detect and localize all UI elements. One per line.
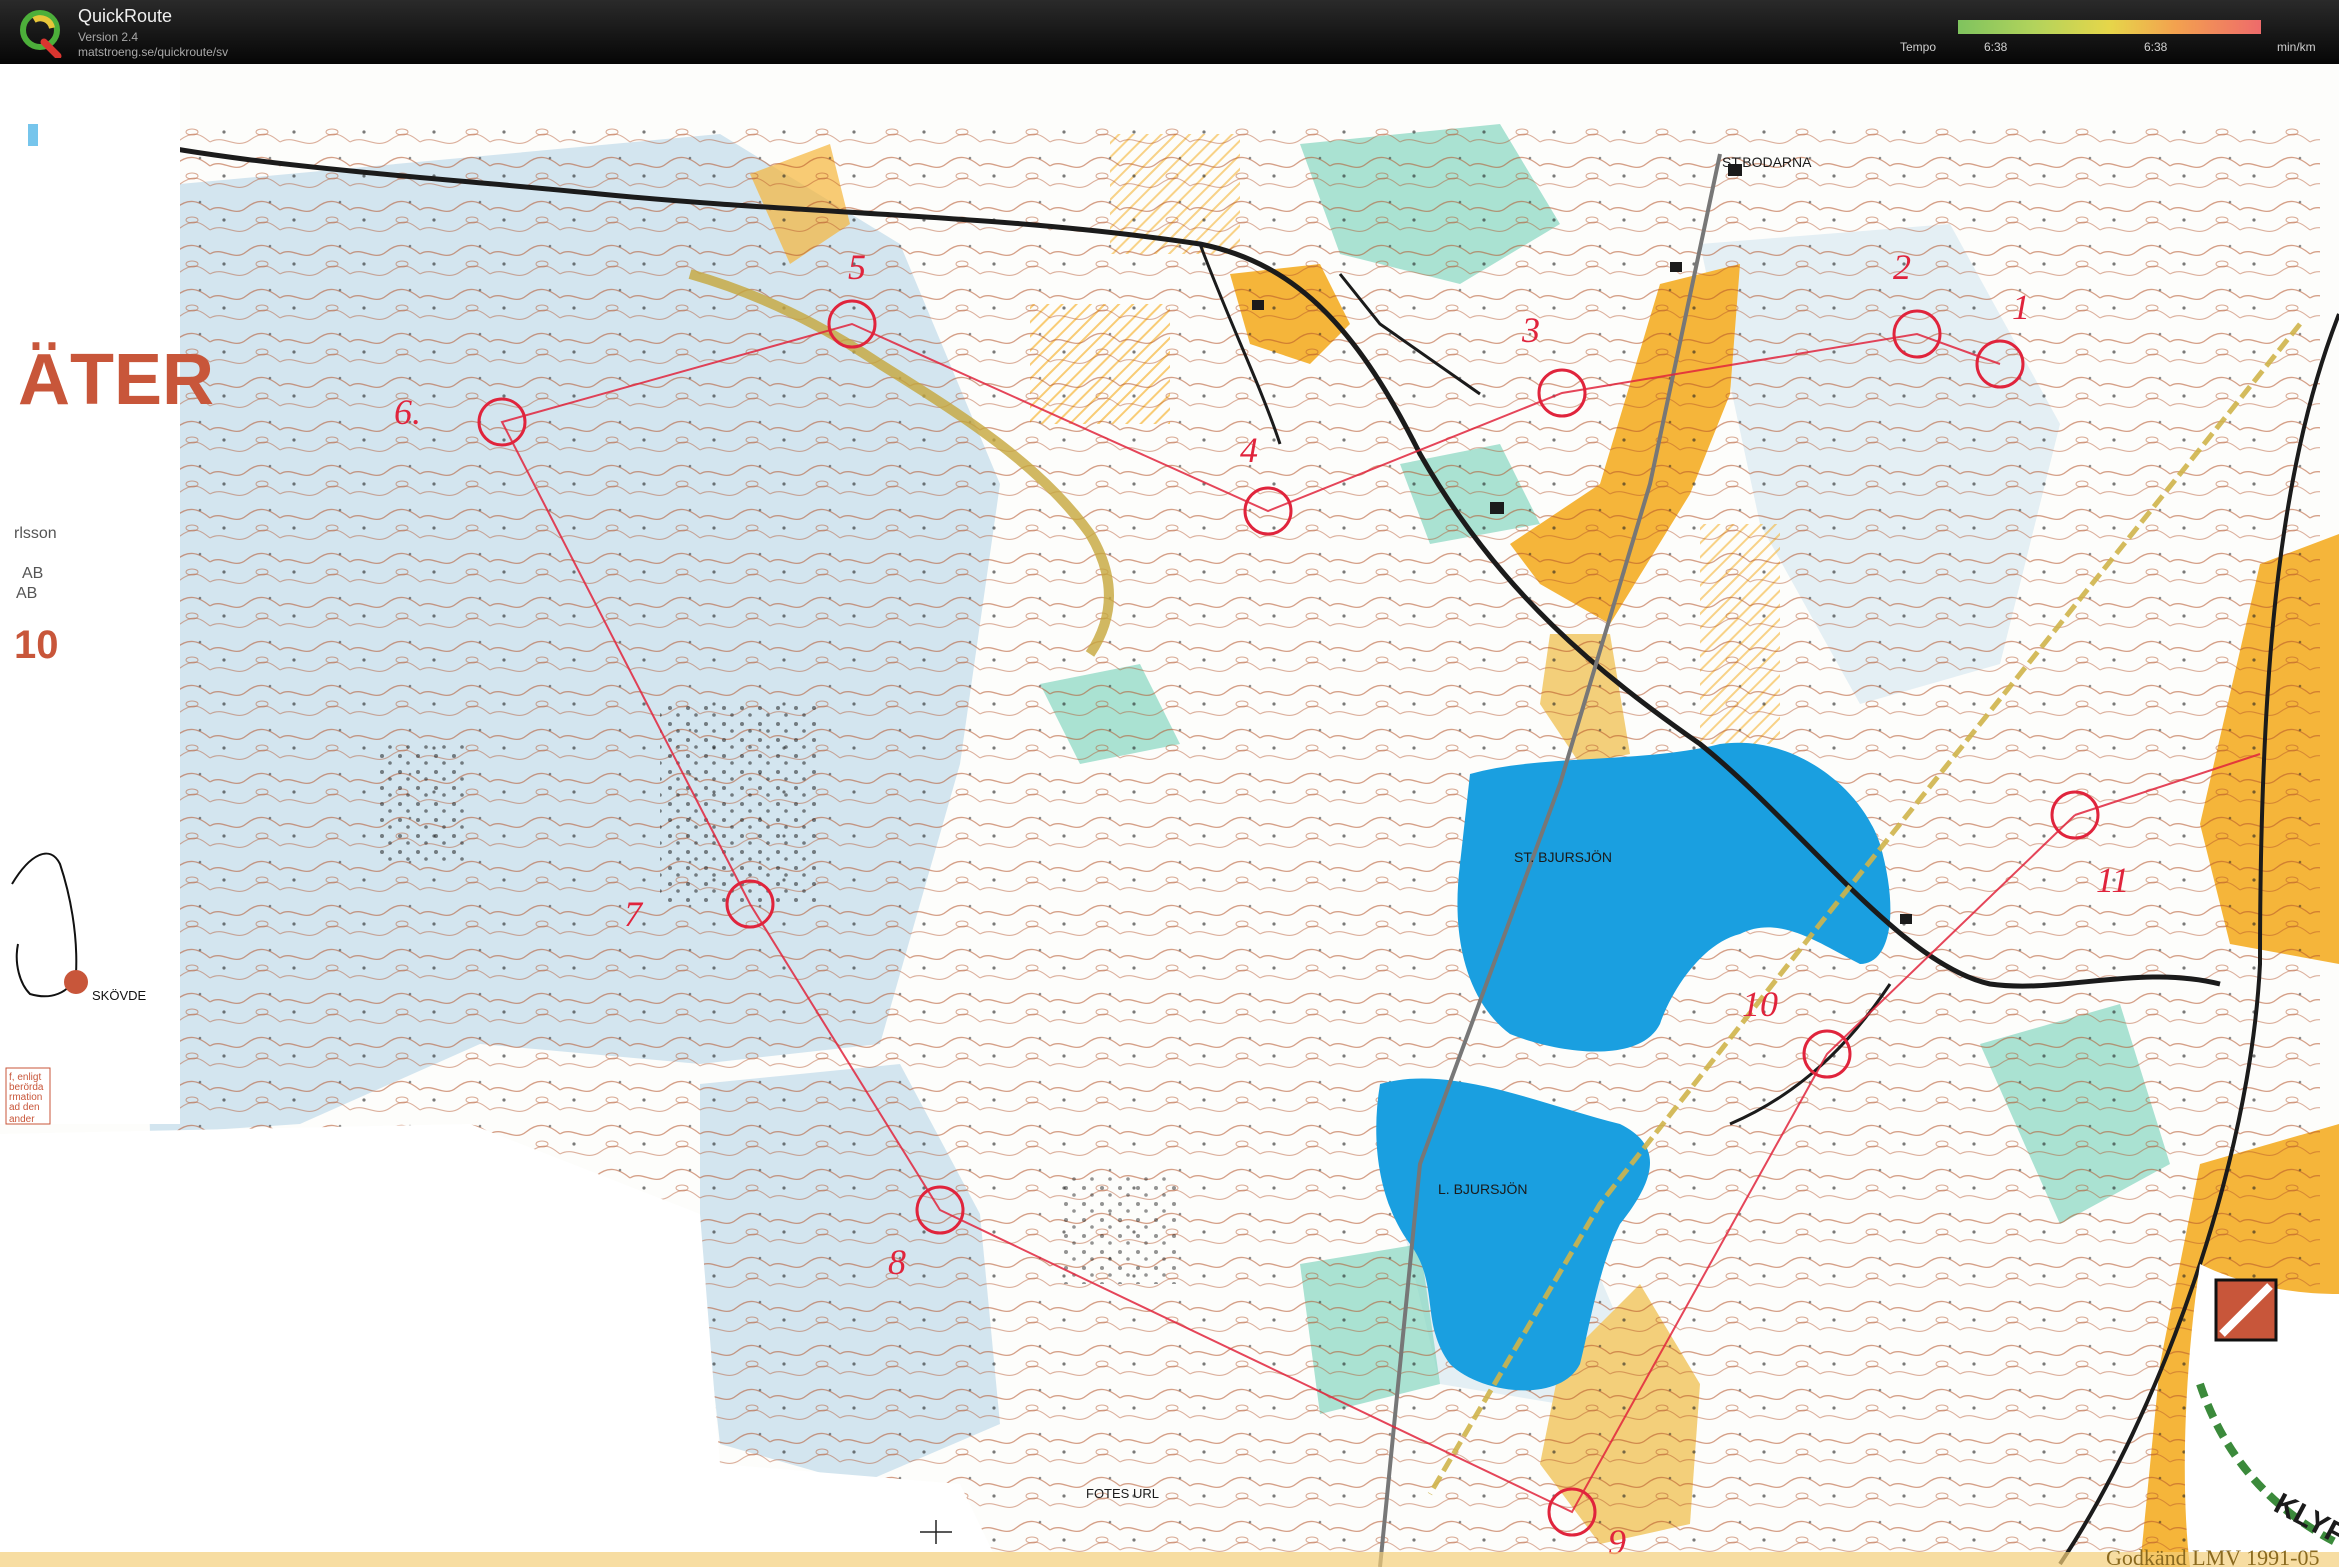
app-title: QuickRoute <box>78 6 173 26</box>
map-viewport[interactable]: 1 2 3 4 5 6. 7 8 9 10 11 ST.BODARNA ST. … <box>0 64 2339 1567</box>
place-st-bodarna: ST.BODARNA <box>1722 154 1812 170</box>
app-version: Version 2.4 <box>78 30 139 44</box>
tempo-unit: min/km <box>2277 40 2316 54</box>
control-number-7: 7 <box>624 894 644 934</box>
legend-note-5: ander <box>9 1114 35 1125</box>
tempo-tick-low: 6:38 <box>1984 40 2008 54</box>
app-url[interactable]: matstroeng.se/quickroute/sv <box>78 45 228 59</box>
legend-number: 10 <box>14 623 59 667</box>
approved-text: Godkänd LMV 1991-05 <box>2106 1545 2319 1567</box>
control-number-3: 3 <box>1521 310 1540 350</box>
quickroute-window: QuickRoute Version 2.4 matstroeng.se/qui… <box>0 0 2339 1567</box>
quickroute-logo-icon <box>20 10 62 58</box>
control-number-2: 2 <box>1893 247 1911 287</box>
legend-name: rlsson <box>14 525 57 542</box>
control-number-1: 1 <box>2012 287 2030 327</box>
control-number-6: 6. <box>394 392 421 432</box>
bottom-strip <box>0 1552 2339 1567</box>
tempo-color-scale <box>1958 20 2261 34</box>
tempo-tick-mid: 6:38 <box>2144 40 2168 54</box>
legend-town-marker <box>64 970 88 994</box>
legend-ab-2: AB <box>16 585 37 602</box>
orienteering-map[interactable]: 1 2 3 4 5 6. 7 8 9 10 11 ST.BODARNA ST. … <box>0 64 2339 1567</box>
control-number-8: 8 <box>888 1242 906 1282</box>
control-number-4: 4 <box>1240 430 1258 470</box>
control-number-11: 11 <box>2096 860 2129 900</box>
tempo-label: Tempo <box>1900 40 1937 54</box>
control-number-10: 10 <box>1742 984 1778 1024</box>
place-st-bjursjon: ST. BJURSJÖN <box>1514 848 1612 865</box>
control-number-5: 5 <box>848 247 866 287</box>
legend-town: SKÖVDE <box>92 988 147 1003</box>
legend-note-4: ad den <box>9 1102 40 1113</box>
legend-title: ÄTER <box>18 340 214 420</box>
club-logo: KLYF <box>2184 1264 2339 1567</box>
place-fotes-url: FOTES URL <box>1086 1486 1159 1501</box>
title-bar: QuickRoute Version 2.4 matstroeng.se/qui… <box>0 0 2339 64</box>
place-l-bjursjon: L. BJURSJÖN <box>1438 1180 1527 1197</box>
legend-ab-1: AB <box>22 565 43 582</box>
